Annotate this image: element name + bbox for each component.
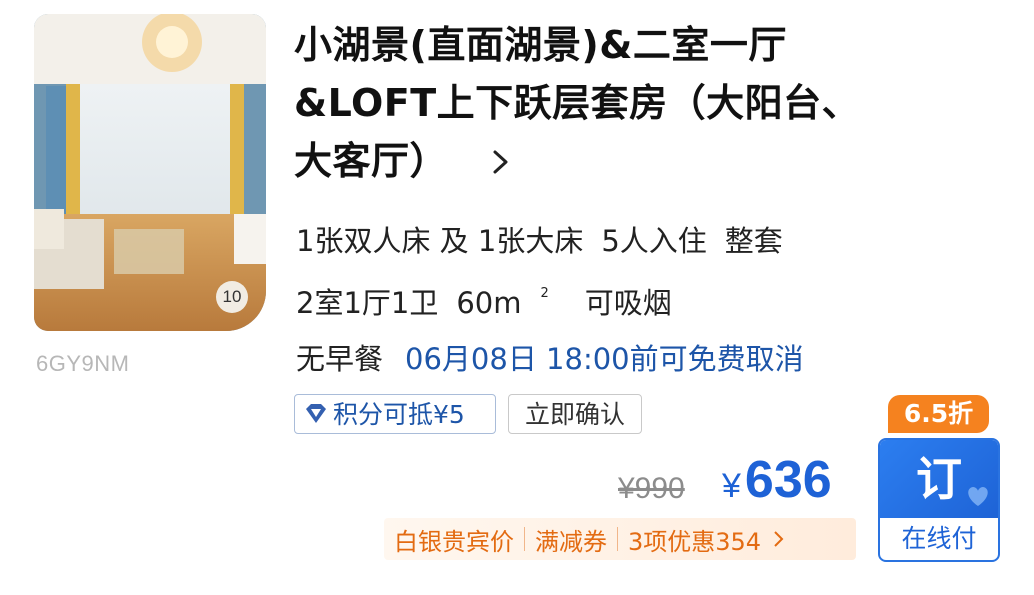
heart-icon bbox=[968, 487, 988, 506]
guest-capacity: 5人入住 bbox=[601, 224, 707, 258]
room-photo[interactable]: 10 bbox=[34, 14, 266, 331]
chevron-right-icon[interactable] bbox=[492, 146, 510, 178]
current-price: ¥636 bbox=[722, 450, 832, 510]
promo-vip-price: 白银贵宾价 bbox=[394, 527, 514, 556]
smoking-policy: 可吸烟 bbox=[584, 286, 672, 320]
room-title-line: 大客厅） bbox=[294, 139, 449, 183]
policy-row: 无早餐 06月08日 18:00前可免费取消 bbox=[296, 336, 822, 378]
room-layout: 2室1厅1卫 bbox=[296, 286, 439, 320]
currency-symbol: ¥ bbox=[722, 467, 741, 505]
room-title-line: 小湖景(直面湖景)&二室一厅 bbox=[294, 23, 787, 67]
book-button[interactable]: 订 在线付 bbox=[878, 438, 1000, 562]
room-area-unit-sup: 2 bbox=[540, 286, 549, 301]
promo-coupon: 满减券 bbox=[535, 527, 607, 556]
points-tag: 积分可抵¥5 bbox=[294, 394, 496, 434]
discount-badge: 6.5折 bbox=[888, 395, 989, 433]
bed-info: 1张双人床 及 1张大床 5人入住 整套 bbox=[296, 218, 801, 260]
price-value: 636 bbox=[744, 451, 832, 509]
promo-summary: 3项优惠354 bbox=[628, 527, 762, 556]
room-area-value: 60m bbox=[456, 286, 522, 320]
book-button-main: 订 bbox=[880, 440, 998, 518]
payment-method-label: 在线付 bbox=[901, 524, 977, 553]
room-area: 60m 2 bbox=[456, 286, 566, 320]
points-tag-label: 积分可抵¥5 bbox=[333, 400, 465, 429]
promo-bar[interactable]: 白银贵宾价 满减券 3项优惠354 bbox=[384, 518, 856, 560]
instant-confirm-tag: 立即确认 bbox=[508, 394, 642, 434]
room-title-line: &LOFT上下跃层套房（大阳台、 bbox=[294, 81, 861, 125]
room-facts: 2室1厅1卫 60m 2 可吸烟 bbox=[296, 280, 690, 322]
photo-count-badge: 10 bbox=[216, 281, 248, 313]
original-price: ¥990 bbox=[618, 472, 685, 505]
breakfast-info: 无早餐 bbox=[296, 342, 384, 376]
cancellation-policy: 06月08日 18:00前可免费取消 bbox=[405, 342, 804, 376]
room-title[interactable]: 小湖景(直面湖景)&二室一厅 &LOFT上下跃层套房（大阳台、 大客厅） bbox=[294, 16, 974, 190]
diamond-icon bbox=[306, 404, 326, 423]
rental-type: 整套 bbox=[724, 224, 783, 258]
chevron-right-icon bbox=[774, 531, 784, 547]
bed-types: 1张双人床 及 1张大床 bbox=[296, 224, 584, 258]
room-code: 6GY9NM bbox=[36, 351, 130, 376]
book-button-label: 订 bbox=[916, 452, 962, 506]
